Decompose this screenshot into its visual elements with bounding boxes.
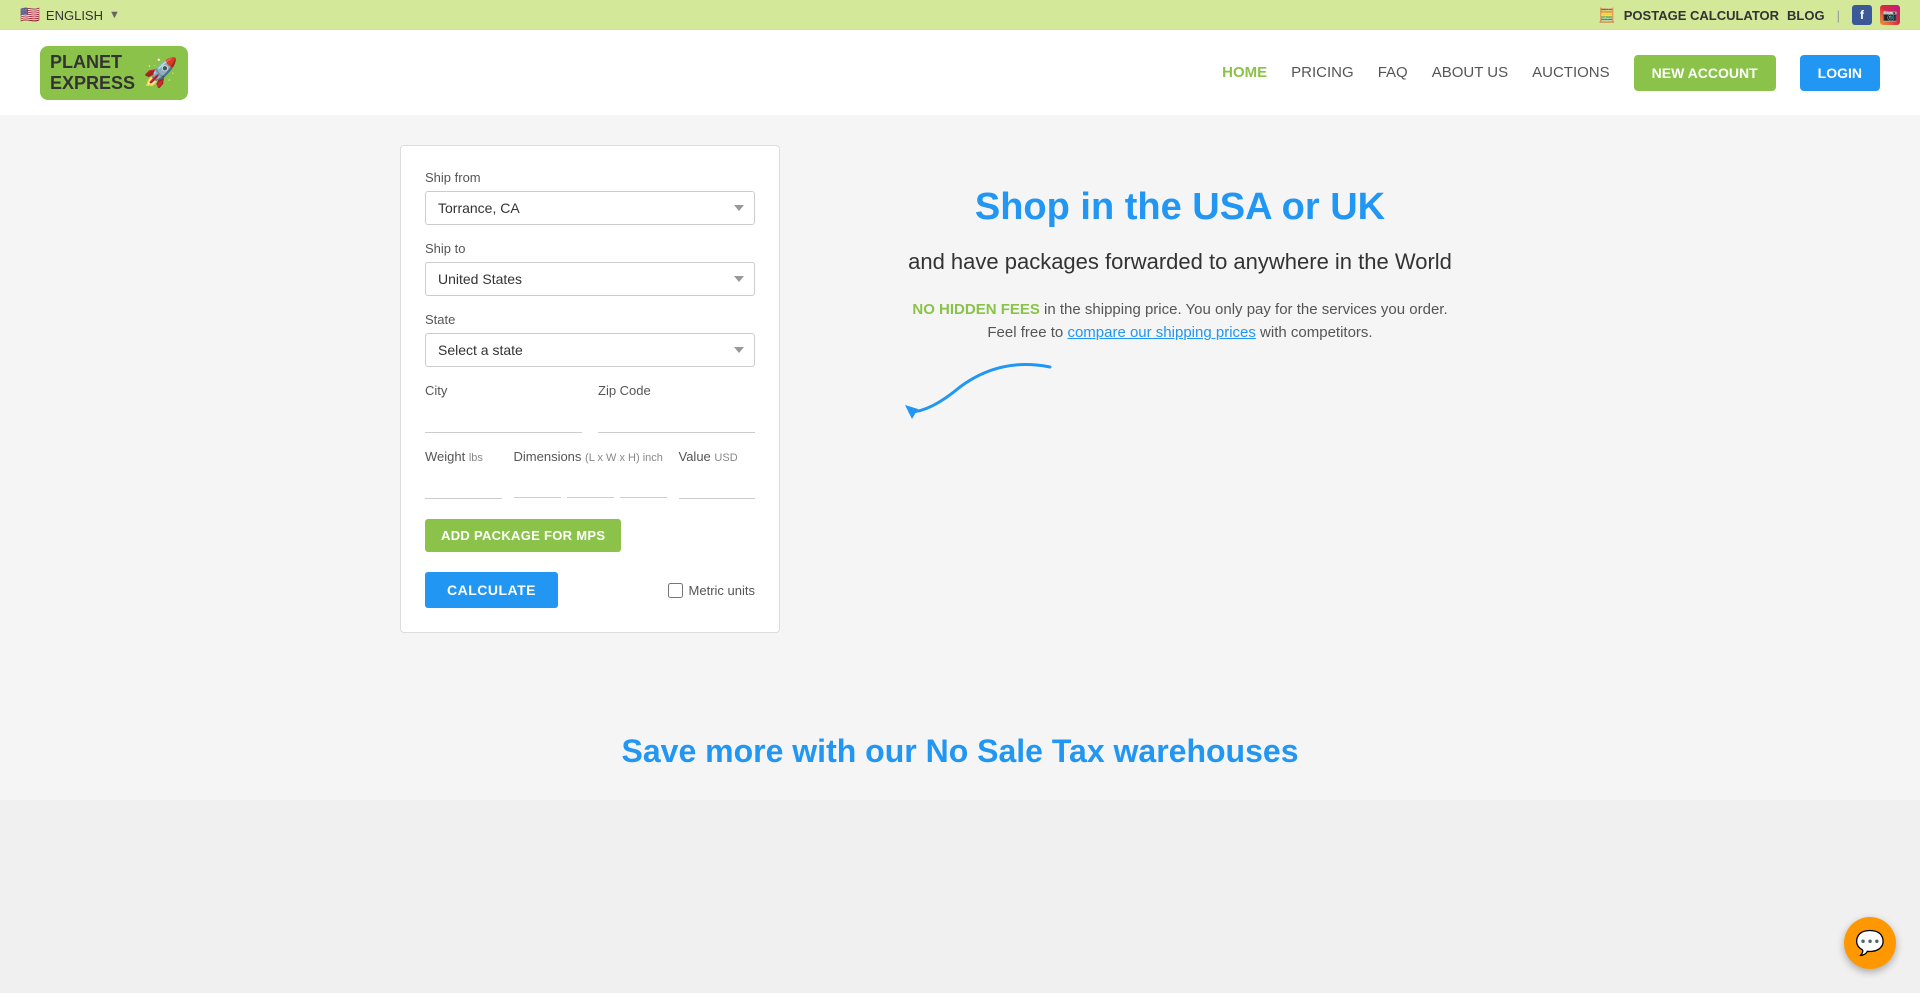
state-group: State Select a state — [425, 312, 755, 367]
state-select[interactable]: Select a state — [425, 333, 755, 367]
add-package-button[interactable]: ADD PACKAGE FOR MPS — [425, 519, 621, 552]
city-group: City — [425, 383, 582, 433]
hero-fees: NO HIDDEN FEES in the shipping price. Yo… — [840, 301, 1520, 318]
hero-title: Shop in the USA or UK — [840, 185, 1520, 231]
ship-to-select[interactable]: United States — [425, 262, 755, 296]
facebook-icon[interactable]: f — [1852, 5, 1872, 25]
calculate-button[interactable]: CALCULATE — [425, 572, 558, 608]
weight-input[interactable] — [425, 470, 502, 499]
metric-units-group[interactable]: Metric units — [668, 583, 755, 598]
top-bar: 🇺🇸 ENGLISH ▼ 🧮 POSTAGE CALCULATOR BLOG |… — [0, 0, 1920, 30]
hero-compare: Feel free to compare our shipping prices… — [840, 324, 1520, 341]
dim-w-input[interactable] — [567, 470, 614, 498]
arrow-container — [840, 357, 1520, 427]
city-input[interactable] — [425, 404, 582, 433]
postage-calculator-link[interactable]: POSTAGE CALCULATOR — [1624, 8, 1779, 23]
chat-button[interactable]: 💬 — [1844, 917, 1896, 969]
calculator-icon: 🧮 — [1598, 7, 1615, 24]
rocket-icon: 🚀 — [143, 56, 178, 89]
metric-checkbox[interactable] — [668, 583, 683, 598]
blog-link[interactable]: BLOG — [1787, 8, 1825, 23]
logo[interactable]: PLANET EXPRESS 🚀 — [40, 46, 188, 100]
hero-section: Shop in the USA or UK and have packages … — [840, 145, 1520, 427]
ship-from-label: Ship from — [425, 170, 755, 185]
logo-express: EXPRESS — [50, 73, 135, 94]
logo-planet: PLANET — [50, 52, 135, 73]
weight-label: Weight lbs — [425, 449, 502, 464]
nav-pricing[interactable]: PRICING — [1291, 64, 1354, 81]
nav-home[interactable]: HOME — [1222, 64, 1267, 81]
dim-h-input[interactable] — [620, 470, 667, 498]
save-more-section: Save more with our No Sale Tax warehouse… — [0, 693, 1920, 800]
value-group: Value USD — [679, 449, 756, 499]
header: PLANET EXPRESS 🚀 HOME PRICING FAQ ABOUT … — [0, 30, 1920, 115]
ship-from-select[interactable]: Torrance, CA — [425, 191, 755, 225]
ship-to-label: Ship to — [425, 241, 755, 256]
instagram-icon[interactable]: 📷 — [1880, 5, 1900, 25]
language-label: ENGLISH — [46, 8, 103, 23]
compare-suffix: with competitors. — [1260, 324, 1373, 341]
dims-label: Dimensions (L x W x H) inch — [514, 449, 667, 464]
weight-dims-row: Weight lbs Dimensions (L x W x H) inch — [425, 449, 755, 499]
calculator-card: Ship from Torrance, CA Ship to United St… — [400, 145, 780, 633]
top-bar-right: 🧮 POSTAGE CALCULATOR BLOG | f 📷 — [1598, 5, 1900, 25]
main-nav: HOME PRICING FAQ ABOUT US AUCTIONS NEW A… — [1222, 55, 1880, 91]
nav-auctions[interactable]: AUCTIONS — [1532, 64, 1610, 81]
no-hidden-fees-text: NO HIDDEN FEES — [912, 301, 1040, 318]
zip-group: Zip Code — [598, 383, 755, 433]
compare-prefix: Feel free to — [987, 324, 1063, 341]
zip-input[interactable] — [598, 404, 755, 433]
ship-from-group: Ship from Torrance, CA — [425, 170, 755, 225]
compare-link[interactable]: compare our shipping prices — [1067, 324, 1255, 341]
divider: | — [1837, 8, 1840, 23]
dropdown-arrow-icon: ▼ — [109, 9, 120, 21]
hero-subtitle: and have packages forwarded to anywhere … — [840, 247, 1520, 278]
curved-arrow-svg — [900, 357, 1060, 427]
new-account-button[interactable]: NEW ACCOUNT — [1634, 55, 1776, 91]
ship-to-group: Ship to United States — [425, 241, 755, 296]
form-footer: CALCULATE Metric units — [425, 572, 755, 608]
save-more-title: Save more with our No Sale Tax warehouse… — [0, 733, 1920, 770]
login-button[interactable]: LOGIN — [1800, 55, 1880, 91]
language-selector[interactable]: 🇺🇸 ENGLISH ▼ — [20, 5, 120, 25]
chat-icon: 💬 — [1855, 929, 1885, 958]
value-label: Value USD — [679, 449, 756, 464]
fees-body-text: in the shipping price. You only pay for … — [1044, 301, 1448, 318]
value-input[interactable] — [679, 470, 756, 499]
dims-group: Dimensions (L x W x H) inch — [514, 449, 667, 498]
zip-label: Zip Code — [598, 383, 755, 398]
nav-about-us[interactable]: ABOUT US — [1432, 64, 1508, 81]
main-content: Ship from Torrance, CA Ship to United St… — [0, 115, 1920, 693]
city-label: City — [425, 383, 582, 398]
nav-faq[interactable]: FAQ — [1378, 64, 1408, 81]
flag-icon: 🇺🇸 — [20, 5, 40, 25]
dim-l-input[interactable] — [514, 470, 561, 498]
city-zip-row: City Zip Code — [425, 383, 755, 433]
metric-label: Metric units — [689, 583, 755, 598]
state-label: State — [425, 312, 755, 327]
weight-group: Weight lbs — [425, 449, 502, 499]
